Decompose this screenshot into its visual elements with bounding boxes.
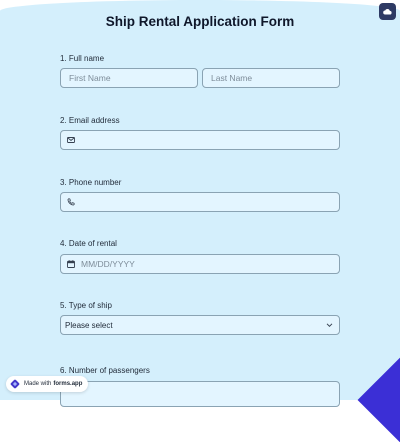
question-label-date: 4. Date of rental (60, 239, 117, 248)
question-label-phone: 3. Phone number (60, 178, 122, 187)
email-input[interactable] (60, 130, 340, 150)
made-with-badge[interactable]: Made with forms.app (6, 376, 89, 392)
calendar-icon (67, 260, 75, 268)
question-label-full-name: 1. Full name (60, 54, 105, 63)
forms-app-logo-icon (10, 379, 20, 389)
ship-type-selected-value: Please select (65, 320, 113, 330)
last-name-placeholder: Last Name (211, 73, 253, 83)
last-name-input[interactable]: Last Name (202, 68, 340, 88)
chevron-down-icon (326, 323, 333, 328)
phone-input[interactable] (60, 192, 340, 212)
badge-prefix: Made with (24, 381, 52, 387)
form-title: Ship Rental Application Form (105, 14, 295, 29)
date-input[interactable]: MM/DD/YYYY (60, 254, 340, 274)
question-label-passengers: 6. Number of passengers (60, 366, 150, 375)
date-placeholder: MM/DD/YYYY (81, 259, 135, 269)
passengers-input[interactable] (60, 381, 340, 407)
first-name-placeholder: First Name (69, 73, 111, 83)
question-label-email: 2. Email address (60, 116, 120, 125)
ship-type-select[interactable]: Please select (60, 315, 340, 335)
question-label-ship-type: 5. Type of ship (60, 301, 112, 310)
badge-brand: forms.app (53, 381, 83, 387)
envelope-icon (67, 137, 75, 143)
first-name-input[interactable]: First Name (60, 68, 198, 88)
phone-icon (67, 198, 75, 206)
